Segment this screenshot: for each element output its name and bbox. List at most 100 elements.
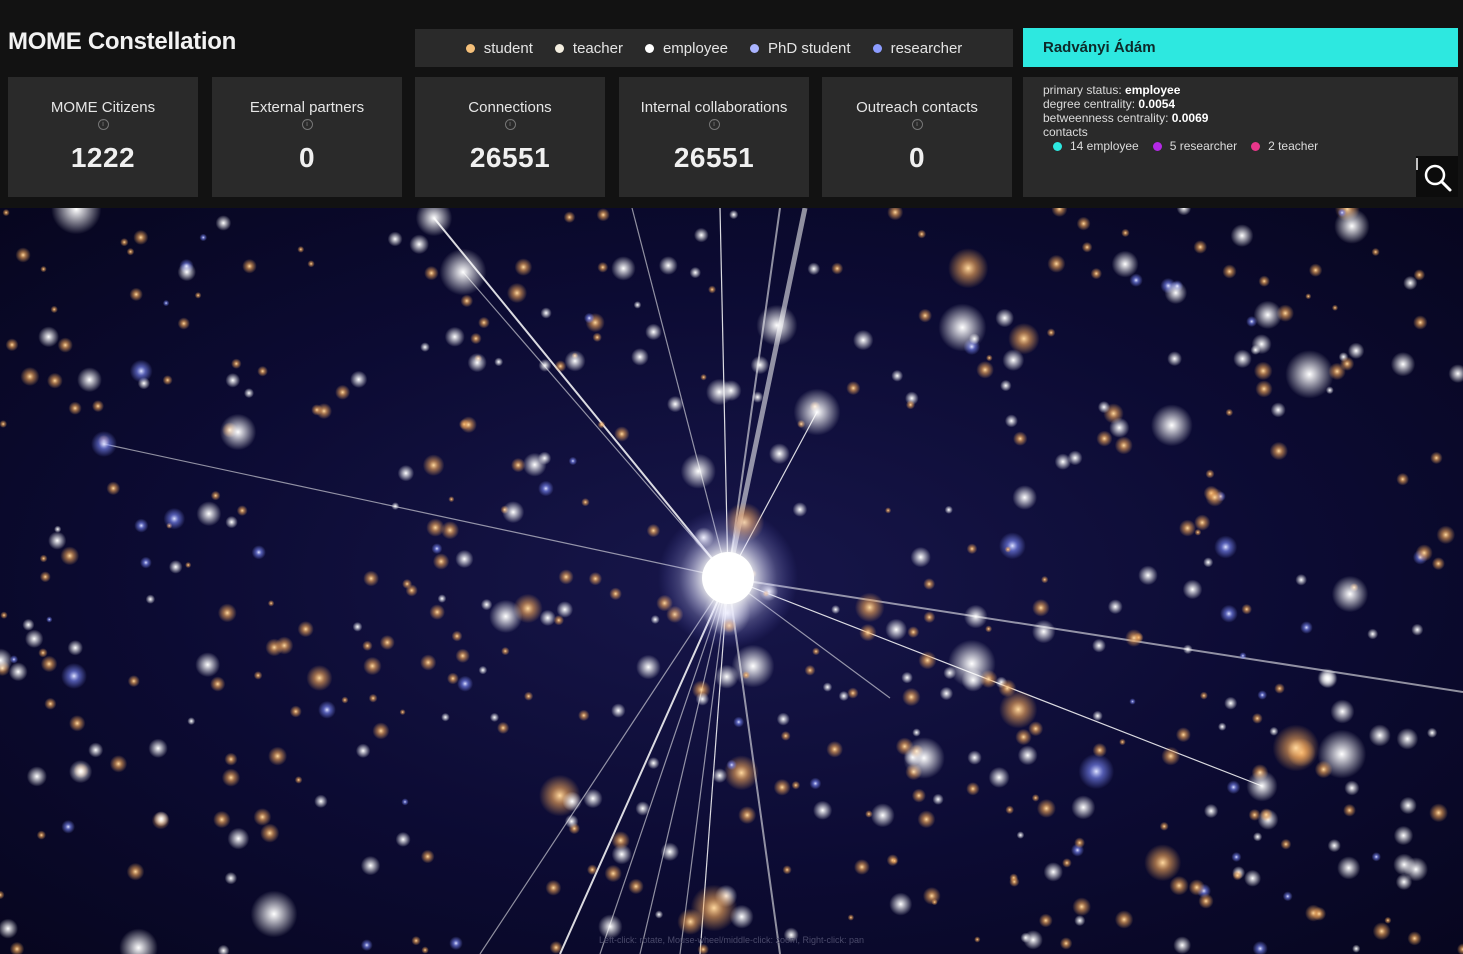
node-star[interactable] (967, 750, 982, 765)
node-star[interactable] (448, 496, 455, 503)
node-star[interactable] (1396, 472, 1409, 486)
node-star[interactable] (429, 604, 446, 620)
node-star[interactable] (470, 332, 482, 345)
node-star[interactable] (478, 316, 490, 329)
node-star[interactable] (0, 890, 5, 900)
node-star[interactable] (917, 229, 927, 239)
node-star[interactable] (1272, 724, 1320, 772)
node-star[interactable] (540, 307, 552, 319)
node-star[interactable] (680, 453, 716, 489)
node-star[interactable] (793, 388, 841, 436)
node-star[interactable] (501, 646, 510, 656)
node-star[interactable] (554, 360, 567, 373)
node-star[interactable] (391, 502, 400, 510)
node-star[interactable] (1017, 745, 1038, 766)
node-star[interactable] (1399, 796, 1417, 815)
node-star[interactable] (401, 798, 409, 806)
node-star[interactable] (88, 742, 104, 758)
node-star[interactable] (210, 676, 226, 692)
node-star[interactable] (611, 831, 630, 850)
node-star[interactable] (776, 712, 790, 726)
node-star[interactable] (1188, 879, 1206, 896)
node-star[interactable] (297, 246, 305, 253)
node-star[interactable] (162, 375, 173, 386)
node-star[interactable] (891, 857, 898, 865)
node-star[interactable] (61, 663, 87, 689)
node-star[interactable] (1226, 780, 1241, 794)
node-star[interactable] (1393, 825, 1414, 846)
node-star[interactable] (1390, 352, 1416, 377)
node-star[interactable] (60, 546, 80, 566)
node-star[interactable] (1090, 267, 1103, 280)
node-star[interactable] (177, 262, 196, 282)
node-star[interactable] (224, 752, 238, 766)
node-star[interactable] (647, 757, 660, 770)
node-star[interactable] (631, 348, 649, 366)
node-star[interactable] (733, 716, 745, 728)
node-star[interactable] (1331, 304, 1339, 311)
node-star[interactable] (538, 359, 552, 372)
node-star[interactable] (387, 231, 403, 247)
node-star[interactable] (545, 879, 562, 896)
node-star[interactable] (1005, 805, 1014, 815)
node-star[interactable] (368, 693, 378, 703)
node-star[interactable] (791, 780, 801, 790)
node-star[interactable] (1097, 401, 1111, 414)
node-star[interactable] (1282, 891, 1293, 902)
node-star[interactable] (185, 561, 192, 569)
node-star[interactable] (846, 381, 861, 396)
node-star[interactable] (938, 303, 987, 352)
node-star[interactable] (522, 452, 547, 477)
node-star[interactable] (1429, 803, 1448, 823)
node-star[interactable] (420, 849, 435, 864)
node-star[interactable] (133, 229, 149, 245)
node-star[interactable] (923, 611, 936, 624)
node-star[interactable] (1199, 691, 1208, 700)
node-star[interactable] (1031, 794, 1040, 802)
node-star[interactable] (341, 696, 349, 704)
node-star[interactable] (1241, 603, 1252, 615)
node-star[interactable] (870, 803, 895, 828)
node-star[interactable] (633, 301, 642, 309)
node-star[interactable] (1318, 669, 1338, 689)
node-star[interactable] (1300, 621, 1313, 634)
node-star[interactable] (903, 737, 945, 779)
node-star[interactable] (911, 788, 926, 803)
node-star[interactable] (635, 801, 650, 816)
node-star[interactable] (773, 778, 791, 796)
node-star[interactable] (168, 560, 183, 574)
node-star[interactable] (194, 292, 202, 299)
node-star[interactable] (162, 299, 170, 307)
node-star[interactable] (597, 420, 606, 429)
node-star[interactable] (826, 741, 843, 758)
node-star[interactable] (1305, 293, 1312, 300)
node-star[interactable] (318, 700, 336, 719)
node-star[interactable] (592, 332, 602, 342)
node-star[interactable] (1395, 873, 1413, 891)
node-star[interactable] (420, 654, 437, 671)
node-star[interactable] (253, 671, 263, 680)
node-star[interactable] (314, 794, 328, 808)
node-star[interactable] (363, 656, 382, 676)
node-star[interactable] (134, 518, 149, 533)
node-star[interactable] (1368, 724, 1391, 747)
node-star[interactable] (297, 621, 314, 638)
node-star[interactable] (363, 570, 379, 587)
node-star[interactable] (227, 827, 250, 850)
node-star[interactable] (995, 308, 1014, 328)
node-star[interactable] (1081, 241, 1093, 253)
node-star[interactable] (460, 416, 477, 434)
node-star[interactable] (1314, 760, 1333, 779)
node-star[interactable] (350, 370, 368, 388)
node-star[interactable] (1150, 404, 1193, 447)
node-star[interactable] (5, 338, 19, 352)
node-star[interactable] (1161, 746, 1181, 766)
node-star[interactable] (690, 884, 738, 932)
node-star[interactable] (966, 782, 980, 796)
legend-item-phd-student[interactable]: PhD student (750, 40, 851, 57)
node-star[interactable] (50, 305, 58, 314)
legend-item-researcher[interactable]: researcher (872, 40, 962, 57)
node-star[interactable] (1078, 753, 1115, 790)
node-star[interactable] (1233, 349, 1252, 369)
node-star[interactable] (1182, 579, 1203, 600)
